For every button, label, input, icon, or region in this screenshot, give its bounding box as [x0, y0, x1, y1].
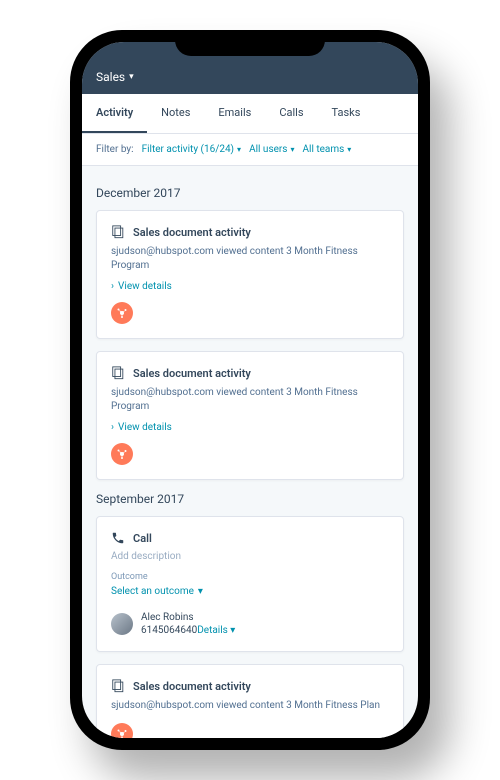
tab-notes[interactable]: Notes [147, 94, 204, 133]
filter-bar: Filter by: Filter activity (16/24)▾ All … [82, 134, 418, 166]
filter-activity[interactable]: Filter activity (16/24)▾ [142, 144, 242, 155]
document-icon [111, 366, 125, 380]
phone-notch [175, 30, 325, 56]
screen: Sales ▾ Activity Notes Emails Calls Task… [82, 42, 418, 738]
hubspot-icon [111, 443, 133, 465]
activity-description: sjudson@hubspot.com viewed content 3 Mon… [111, 245, 389, 273]
nav-section-label: Sales [96, 70, 125, 84]
document-icon [111, 679, 125, 693]
date-group-header: December 2017 [96, 186, 404, 200]
chevron-down-icon: ▾ [290, 145, 294, 154]
chevron-down-icon: ▾ [230, 624, 235, 637]
phone-icon [111, 531, 125, 545]
activity-card[interactable]: Sales document activity sjudson@hubspot.… [96, 351, 404, 480]
document-icon [111, 225, 125, 239]
tab-tasks[interactable]: Tasks [318, 94, 375, 133]
chevron-right-icon: › [111, 422, 114, 433]
activity-card[interactable]: Sales document activity sjudson@hubspot.… [96, 210, 404, 339]
activity-description: sjudson@hubspot.com viewed content 3 Mon… [111, 699, 389, 713]
tab-bar: Activity Notes Emails Calls Tasks [82, 94, 418, 134]
phone-frame: Sales ▾ Activity Notes Emails Calls Task… [70, 30, 430, 750]
outcome-select[interactable]: Select an outcome▾ [111, 586, 203, 597]
filter-users[interactable]: All users▾ [249, 144, 294, 155]
chevron-down-icon: ▾ [129, 72, 134, 82]
chevron-down-icon: ▾ [198, 586, 203, 597]
tab-calls[interactable]: Calls [265, 94, 317, 133]
call-person: Alec Robins 6145064640Details ▾ [111, 611, 389, 637]
filter-label: Filter by: [96, 144, 134, 155]
chevron-right-icon: › [111, 281, 114, 292]
activity-card[interactable]: Sales document activity sjudson@hubspot.… [96, 664, 404, 738]
activity-card-call[interactable]: Call Add description Outcome Select an o… [96, 516, 404, 652]
chevron-down-icon: ▾ [237, 145, 241, 154]
person-phone: 6145064640 [141, 625, 197, 636]
hubspot-icon [111, 723, 133, 738]
avatar [111, 613, 133, 635]
view-details-link[interactable]: ›View details [111, 281, 389, 292]
tab-emails[interactable]: Emails [204, 94, 265, 133]
card-title: Sales document activity [111, 225, 389, 239]
date-group-header: September 2017 [96, 492, 404, 506]
activity-description: sjudson@hubspot.com viewed content 3 Mon… [111, 386, 389, 414]
person-name: Alec Robins [141, 611, 235, 624]
chevron-down-icon: ▾ [347, 145, 351, 154]
card-title: Sales document activity [111, 679, 389, 693]
activity-feed[interactable]: December 2017 Sales document activity sj… [82, 166, 418, 738]
person-details-link[interactable]: Details ▾ [197, 625, 235, 636]
card-title: Sales document activity [111, 366, 389, 380]
view-details-link[interactable]: ›View details [111, 422, 389, 433]
filter-teams[interactable]: All teams▾ [302, 144, 351, 155]
tab-activity[interactable]: Activity [82, 94, 147, 133]
card-title: Call [111, 531, 389, 545]
outcome-label: Outcome [111, 572, 389, 582]
hubspot-icon [111, 302, 133, 324]
description-placeholder[interactable]: Add description [111, 551, 389, 562]
